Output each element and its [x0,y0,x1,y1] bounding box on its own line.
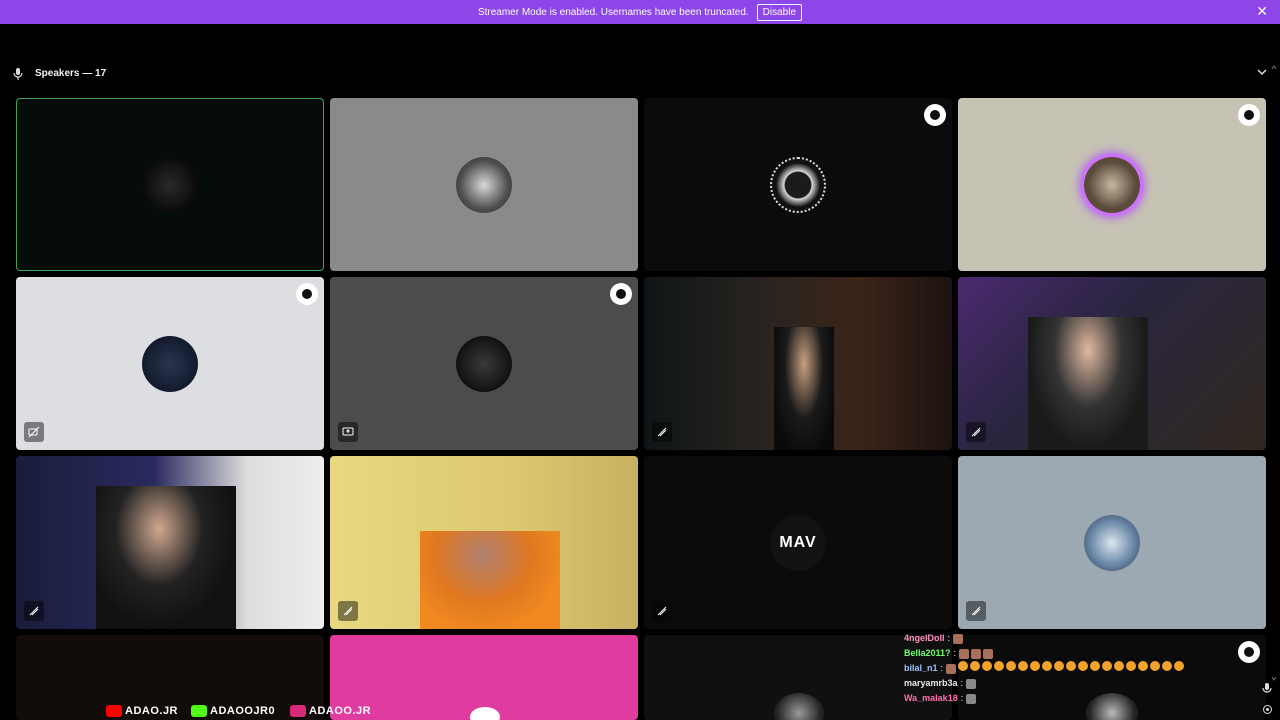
youtube-handle: ADAO.JR [106,702,178,720]
emote-icon [1126,661,1137,671]
emote-icon [1042,661,1053,671]
chevron-down-icon[interactable] [1257,68,1267,79]
emote-icon [1030,661,1041,671]
emote-icon [970,661,981,671]
chat-message: Wa_malak18: [904,691,1264,706]
stage-badge-icon [924,104,946,126]
avatar [1084,514,1140,571]
close-icon[interactable]: ✕ [1256,4,1268,18]
streamer-mode-message: Streamer Mode is enabled. Usernames have… [477,6,749,18]
emote-icon [1018,661,1029,671]
youtube-icon [106,705,122,717]
emote-icon [994,661,1005,671]
participant-tile-14[interactable] [330,635,638,720]
emote-icon [1174,661,1185,671]
emote-icon [966,693,977,704]
emote-icon [1138,661,1149,671]
mic-muted-icon [652,601,672,621]
emote-icon [1078,661,1089,671]
participant-tile-11[interactable]: MAV [644,456,952,629]
participant-tile-12[interactable] [958,456,1266,629]
participant-video [96,486,236,629]
participant-tile-7[interactable] [644,277,952,450]
chat-username: bilal_n1 [904,663,938,673]
emote-icon [971,648,982,659]
emote-icon [958,661,969,671]
emote-icon [1162,661,1173,671]
scrollbar[interactable] [1271,65,1277,685]
avatar [1084,156,1140,213]
participant-video [420,531,560,629]
emote-icon [946,663,957,674]
chat-username: Bella2011? [904,648,951,658]
participant-tile-9[interactable] [16,456,324,629]
emote-icon [1066,661,1077,671]
instagram-handle: ADAOO.JR [290,702,371,720]
avatar [770,156,826,213]
avatar [774,693,824,720]
emote-icon [966,678,977,689]
chat-username: 4ngelDoll [904,633,945,643]
mic-muted-icon [24,601,44,621]
avatar [456,335,512,392]
emote-icon [982,661,993,671]
streamer-mode-banner: Streamer Mode is enabled. Usernames have… [0,0,1280,24]
participant-tile-6[interactable] [330,277,638,450]
emote-icon [953,633,964,644]
emote-icon [1090,661,1101,671]
mic-muted-icon [966,422,986,442]
microphone-icon [13,68,23,83]
mic-muted-icon [966,601,986,621]
stream-chat-overlay: 4ngelDoll: Bella2011?: bilal_n1: maryamr… [904,631,1264,706]
speakers-label: Speakers — 17 [35,68,107,79]
emote-icon [1150,661,1161,671]
instagram-icon [290,705,306,717]
kick-icon [191,705,207,717]
chat-username: Wa_malak18 [904,693,958,703]
emote-icon [1114,661,1125,671]
stage-badge-icon [296,283,318,305]
mic-muted-icon [652,422,672,442]
speakers-header[interactable]: Speakers — 17 [0,60,1280,86]
participant-video [1028,317,1148,450]
chat-username: maryamrb3a [904,678,958,688]
participant-tile-1[interactable] [16,98,324,271]
avatar [142,335,198,392]
participant-video [774,327,834,450]
chat-message: bilal_n1: [904,661,1264,676]
chat-message: maryamrb3a: [904,676,1264,691]
emote-icon [1006,661,1017,671]
stage-badge-icon [610,283,632,305]
participant-tile-2[interactable] [330,98,638,271]
kick-handle: ADAOOJR0 [191,702,275,720]
emote-icon [959,648,970,659]
microphone-icon[interactable] [1262,682,1272,700]
screen-share-icon [338,422,358,442]
chat-message: Bella2011?: [904,646,1264,661]
participant-tile-10[interactable] [330,456,638,629]
stage-badge-icon [1238,104,1260,126]
avatar [470,707,500,720]
participant-tile-8[interactable] [958,277,1266,450]
chat-message: 4ngelDoll: [904,631,1264,646]
camera-off-icon [24,422,44,442]
settings-icon[interactable] [1262,702,1273,720]
participant-tile-4[interactable] [958,98,1266,271]
disable-streamer-mode-button[interactable]: Disable [756,3,803,21]
participant-tile-5[interactable] [16,277,324,450]
emote-icon [983,648,994,659]
avatar [456,156,512,213]
emote-icon [1102,661,1113,671]
participant-tile-3[interactable] [644,98,952,271]
avatar [142,156,198,213]
avatar: MAV [770,514,826,571]
emote-icon [1054,661,1065,671]
emote-row [958,661,1186,676]
mic-muted-icon [338,601,358,621]
